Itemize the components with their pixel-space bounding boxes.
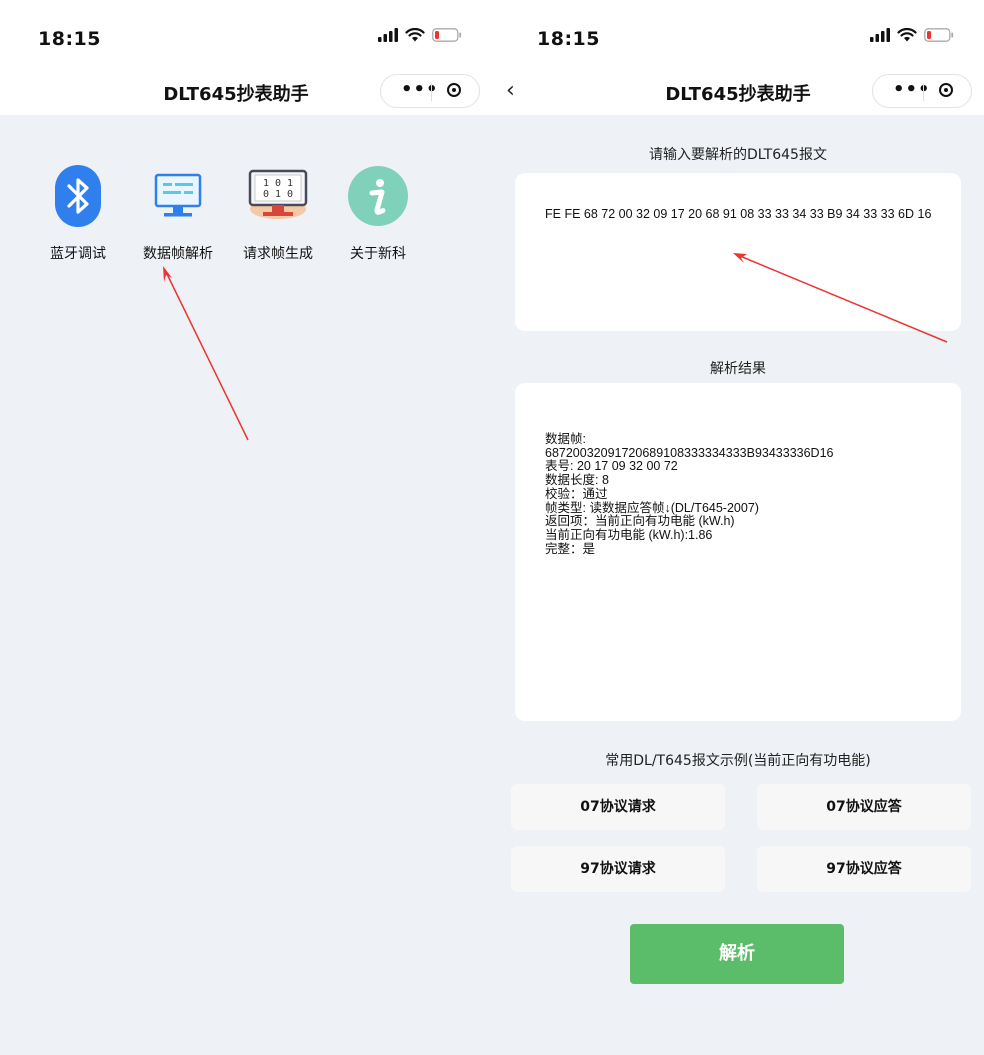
nav-bar: ‹ DLT645抄表助手 ••• [492, 70, 984, 115]
more-icon[interactable]: ••• [893, 81, 931, 99]
wifi-icon [897, 28, 917, 42]
function-grid: 蓝牙调试 数据帧解析 1 0 10 1 0 请求帧生成 关于新科 [28, 165, 428, 263]
home-screen: 18:15 DLT645抄表助手 ••• 蓝牙调试 数据帧解析 1 0 1 0 … [0, 0, 492, 1055]
message-input-card: FE FE 68 72 00 32 09 17 20 68 91 08 33 3… [515, 173, 961, 331]
result-line: 校验：通过 [545, 486, 608, 501]
capsule-divider [923, 83, 924, 101]
grid-item-about[interactable]: 关于新科 [328, 165, 428, 263]
close-target-icon[interactable] [939, 83, 953, 97]
result-line: 数据长度: 8 [545, 473, 609, 488]
grid-item-bluetooth[interactable]: 蓝牙调试 [28, 165, 128, 263]
binary-monitor-icon: 1 0 10 1 0 [248, 169, 308, 219]
signal-icon [378, 28, 398, 42]
wifi-icon [405, 28, 425, 42]
signal-icon [870, 28, 890, 42]
nav-bar: DLT645抄表助手 ••• [0, 70, 492, 115]
input-section-title: 请输入要解析的DLT645报文 [649, 147, 827, 163]
status-bar: 18:15 [492, 0, 984, 70]
battery-icon [432, 28, 462, 42]
message-input[interactable]: FE FE 68 72 00 32 09 17 20 68 91 08 33 3… [545, 207, 945, 307]
result-text: 数据帧: 68720032091720689108333334333B93433… [545, 432, 945, 556]
more-icon[interactable]: ••• [401, 81, 439, 99]
status-time: 18:15 [537, 28, 600, 50]
result-card: 数据帧: 68720032091720689108333334333B93433… [515, 383, 961, 721]
monitor-icon [154, 173, 202, 217]
result-line: 返回项：当前正向有功电能 (kW.h) [545, 514, 735, 529]
grid-item-label: 请求帧生成 [243, 246, 313, 262]
example-07-request-button[interactable]: 07协议请求 [511, 784, 725, 830]
parse-button[interactable]: 解析 [630, 924, 844, 984]
capsule-divider [431, 83, 432, 101]
mini-program-capsule[interactable]: ••• [872, 74, 972, 108]
result-line: 当前正向有功电能 (kW.h):1.86 [545, 527, 713, 542]
grid-item-label: 数据帧解析 [143, 246, 213, 262]
system-icons [378, 28, 462, 42]
grid-item-label: 关于新科 [350, 246, 406, 262]
grid-item-label: 蓝牙调试 [50, 246, 106, 262]
frame-parse-screen: 18:15 ‹ DLT645抄表助手 ••• 请输入要解析的DLT645报文 F… [492, 0, 984, 1055]
result-line: 68720032091720689108333334333B93433336D1… [545, 445, 834, 460]
status-bar: 18:15 [0, 0, 492, 70]
grid-item-request-frame[interactable]: 1 0 10 1 0 请求帧生成 [228, 165, 328, 263]
svg-text:1 0 1: 1 0 1 [263, 178, 293, 189]
annotation-arrow [163, 266, 249, 441]
examples-section-title: 常用DL/T645报文示例(当前正向有功电能) [605, 753, 871, 769]
svg-text:0 1 0: 0 1 0 [263, 189, 293, 200]
bluetooth-icon [55, 165, 101, 227]
grid-item-frame-parse[interactable]: 数据帧解析 [128, 165, 228, 263]
example-97-response-button[interactable]: 97协议应答 [757, 846, 971, 892]
result-line: 完整：是 [545, 541, 596, 556]
result-line: 数据帧: [545, 432, 586, 446]
system-icons [870, 28, 954, 42]
example-97-request-button[interactable]: 97协议请求 [511, 846, 725, 892]
close-target-icon[interactable] [447, 83, 461, 97]
battery-icon [924, 28, 954, 42]
mini-program-capsule[interactable]: ••• [380, 74, 480, 108]
status-time: 18:15 [38, 28, 101, 50]
example-07-response-button[interactable]: 07协议应答 [757, 784, 971, 830]
result-section-title: 解析结果 [710, 361, 766, 377]
info-icon [348, 166, 408, 226]
